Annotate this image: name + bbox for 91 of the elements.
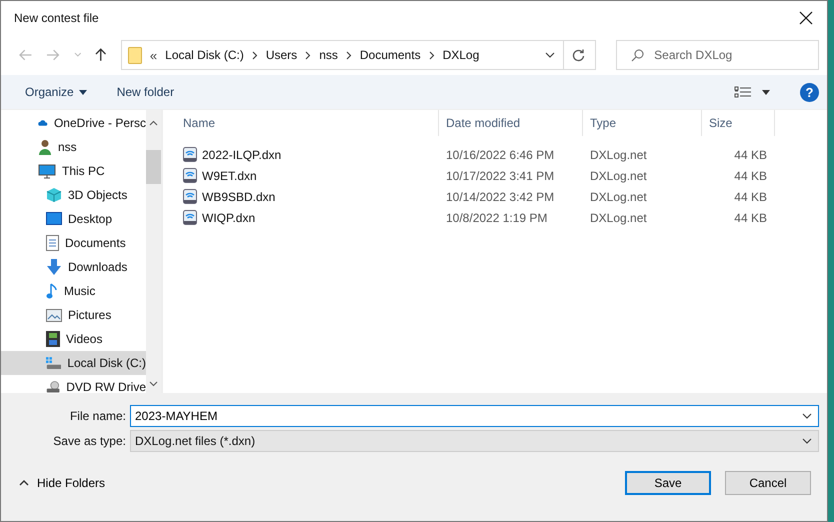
breadcrumb-item[interactable]: Documents (360, 48, 421, 62)
chevron-up-icon[interactable] (149, 120, 158, 126)
column-header[interactable]: Name (176, 110, 439, 136)
up-arrow-icon[interactable] (95, 48, 107, 62)
chevron-down-icon[interactable] (545, 52, 556, 58)
organize-button[interactable]: Organize (15, 81, 97, 103)
field-label: File name: (68, 408, 127, 422)
chevron-down-icon[interactable] (149, 381, 158, 387)
close-icon[interactable] (799, 11, 813, 25)
hide-folders-button[interactable]: Hide Folders (1, 472, 106, 494)
file-name: WIQP.dxn (202, 210, 256, 224)
file-type-dropdown[interactable]: DXLog.net files (*.dxn) (130, 430, 819, 452)
column-header[interactable]: Type (583, 110, 702, 136)
disc-drive-icon (46, 379, 60, 393)
file-name: W9ET.dxn (202, 168, 257, 182)
file-name-cell[interactable]: W9ET.dxn (176, 168, 439, 183)
type-cell-text: DXLog.net (589, 210, 648, 224)
breadcrumb-item[interactable]: Users (266, 48, 298, 62)
type-cell-text: DXLog.net (589, 168, 648, 182)
file-icon (183, 168, 197, 183)
document-icon (46, 235, 59, 251)
refresh-icon[interactable] (572, 48, 586, 62)
chevron-right-icon (305, 50, 312, 60)
breadcrumb-item[interactable]: nss (319, 48, 338, 62)
desktop-icon (46, 212, 62, 226)
chevron-right-icon (346, 50, 352, 60)
size-cell-text: 44 KB (733, 190, 768, 204)
chevron-down-icon[interactable] (802, 412, 812, 418)
file-name: 2022-ILQP.dxn (202, 148, 282, 162)
chevron-right-icon (252, 50, 258, 60)
sidebar-item[interactable]: Desktop (1, 207, 146, 231)
size-cell-text: 44 KB (733, 168, 768, 182)
sidebar-item[interactable]: Local Disk (C:) (1, 351, 146, 375)
sidebar-item[interactable]: Downloads (1, 255, 146, 279)
chevron-up-icon (19, 480, 29, 486)
type-cell-text: DXLog.net (589, 190, 648, 204)
down-arrow-icon (46, 259, 62, 275)
new-folder-button[interactable]: New folder (106, 81, 184, 103)
file-icon (183, 189, 197, 204)
picture-icon (46, 308, 62, 322)
cancel-button[interactable]: Cancel (725, 471, 811, 495)
date-cell-text: 10/14/2022 3:42 PM (445, 190, 556, 204)
column-header[interactable]: Date modified (439, 110, 583, 136)
file-name-cell[interactable]: 2022-ILQP.dxn (176, 147, 439, 162)
film-icon (46, 331, 60, 347)
column-header[interactable]: Size (702, 110, 775, 136)
field-label: Save as type: (52, 434, 127, 448)
date-cell-text: 10/17/2022 3:41 PM (445, 168, 556, 182)
search-icon (631, 48, 644, 62)
sidebar-item[interactable]: This PC (1, 159, 146, 183)
file-icon (183, 210, 197, 225)
cube-icon (46, 187, 62, 203)
file-name-input[interactable]: 2023-MAYHEM (135, 408, 802, 422)
folder-icon (128, 46, 142, 64)
person-icon (38, 139, 52, 155)
monitor-icon (38, 164, 56, 178)
window-title: New contest file (14, 11, 100, 25)
music-note-icon (46, 283, 58, 299)
cloud-icon (38, 117, 48, 129)
sidebar-item[interactable]: Documents (1, 231, 146, 255)
file-name-field[interactable]: 2023-MAYHEM (130, 404, 819, 426)
chevron-down-icon[interactable] (802, 438, 812, 444)
sidebar-item[interactable]: Pictures (1, 303, 146, 327)
caret-icon[interactable] (762, 90, 770, 94)
overflow-chevron[interactable]: « (150, 48, 158, 62)
file-name: WB9SBD.dxn (202, 190, 276, 204)
breadcrumb-item[interactable]: Local Disk (C:) (165, 48, 244, 62)
file-name-cell[interactable]: WIQP.dxn (176, 210, 439, 225)
sidebar-item[interactable]: Music (1, 279, 146, 303)
date-cell-text: 10/16/2022 6:46 PM (445, 148, 556, 162)
search-field[interactable]: Search DXLog (616, 40, 820, 70)
save-button[interactable]: Save (625, 471, 711, 495)
drive-icon (46, 356, 62, 370)
view-options-icon[interactable] (734, 86, 752, 98)
address-bar[interactable]: « Local Disk (C:) Users nss Documents DXLog (120, 40, 596, 70)
file-icon (183, 147, 197, 162)
chevron-right-icon (428, 50, 435, 60)
type-cell-text: DXLog.net (589, 148, 648, 162)
help-button[interactable]: ? (800, 82, 819, 102)
sidebar-item[interactable]: DVD RW Drive (1, 375, 146, 393)
sidebar-item[interactable]: Videos (1, 327, 146, 351)
breadcrumb-item[interactable]: DXLog (442, 48, 480, 62)
sidebar-item[interactable]: 3D Objects (1, 183, 146, 207)
scrollbar-thumb[interactable] (146, 150, 161, 184)
scrollbar[interactable] (146, 110, 161, 393)
sidebar-item[interactable]: nss (1, 135, 146, 159)
file-name-cell[interactable]: WB9SBD.dxn (176, 189, 439, 204)
sidebar-item[interactable]: OneDrive - Persc (1, 111, 146, 135)
size-cell-text: 44 KB (733, 210, 768, 224)
size-cell-text: 44 KB (733, 148, 768, 162)
date-cell-text: 10/8/2022 1:19 PM (445, 210, 548, 224)
